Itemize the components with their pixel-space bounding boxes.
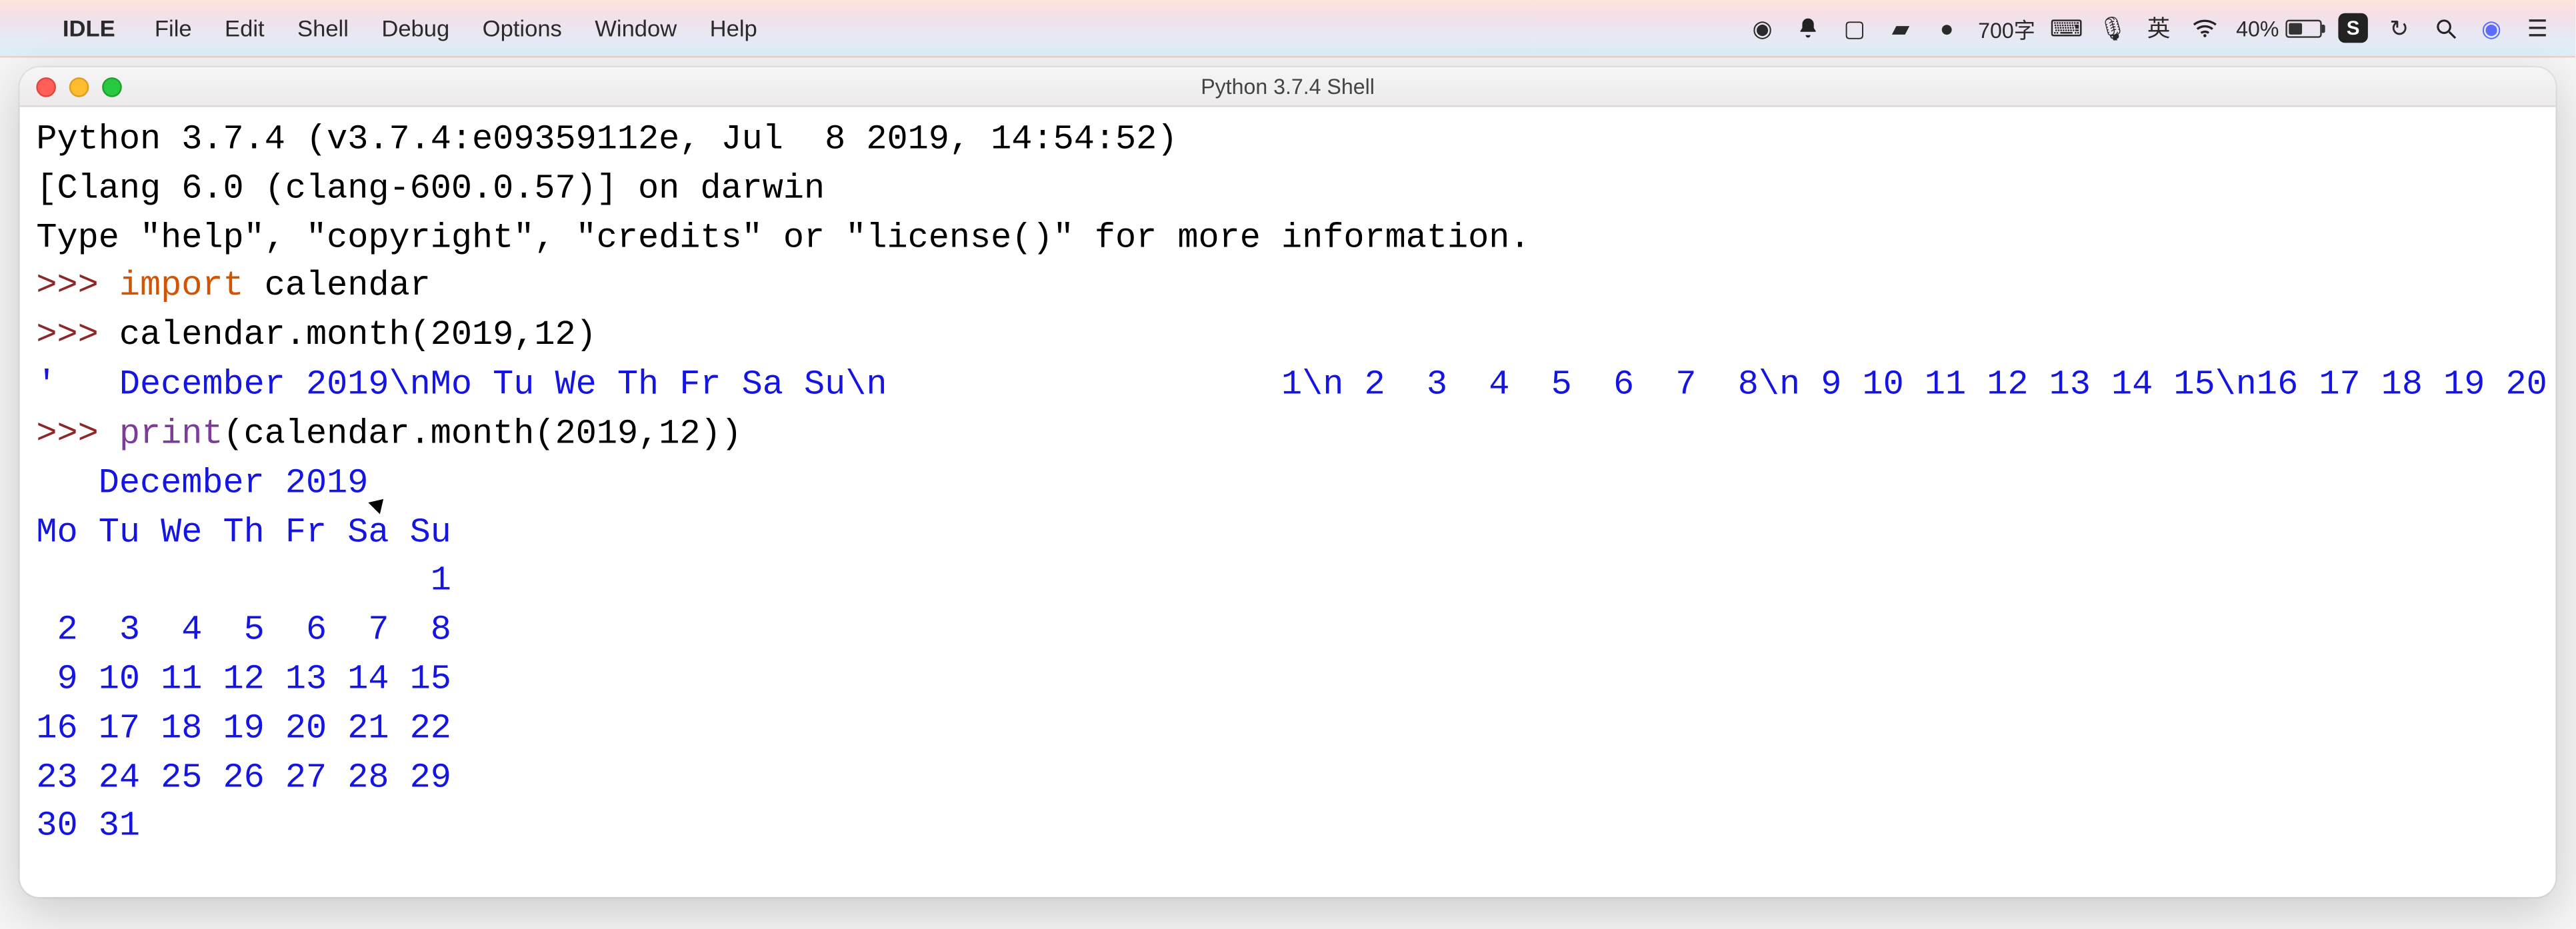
spotlight-icon[interactable] bbox=[2431, 15, 2460, 40]
shell-content[interactable]: Python 3.7.4 (v3.7.4:e09359112e, Jul 8 2… bbox=[20, 107, 2556, 898]
menu-options[interactable]: Options bbox=[466, 15, 579, 41]
calendar-row-1: 1 bbox=[36, 564, 451, 602]
battery-icon bbox=[2285, 19, 2321, 37]
app-menu[interactable]: IDLE bbox=[46, 15, 131, 41]
menu-shell[interactable]: Shell bbox=[281, 15, 365, 41]
menu-debug[interactable]: Debug bbox=[365, 15, 466, 41]
calendar-row-2: 2 3 4 5 6 7 8 bbox=[36, 612, 451, 650]
banner-line-2: [Clang 6.0 (clang-600.0.57)] on darwin bbox=[36, 171, 825, 209]
battery-status[interactable]: 40% bbox=[2236, 15, 2322, 40]
menu-file[interactable]: File bbox=[138, 15, 208, 41]
macos-menubar: IDLE File Edit Shell Debug Options Windo… bbox=[0, 0, 2575, 57]
cmd3-args: (calendar.month(2019,12)) bbox=[223, 417, 742, 455]
builtin-print: print bbox=[119, 417, 223, 455]
prompt: >>> bbox=[36, 417, 119, 455]
ime-icon[interactable]: 英 bbox=[2144, 11, 2173, 44]
calendar-header: Mo Tu We Th Fr Sa Su bbox=[36, 514, 451, 552]
cmd2: calendar.month(2019,12) bbox=[119, 318, 597, 356]
bell-icon[interactable] bbox=[1793, 17, 1823, 40]
sync-icon[interactable]: ↻ bbox=[2385, 14, 2414, 42]
wifi-icon[interactable] bbox=[2190, 18, 2219, 38]
control-center-icon[interactable]: ☰ bbox=[2523, 14, 2552, 42]
menu-help[interactable]: Help bbox=[693, 15, 774, 41]
keyword-import: import bbox=[119, 269, 244, 307]
prompt: >>> bbox=[36, 318, 119, 356]
battery-percent: 40% bbox=[2236, 15, 2279, 40]
record-icon[interactable]: ◉ bbox=[1747, 14, 1777, 42]
word-count-status[interactable]: 700字 bbox=[1978, 13, 2035, 44]
calendar-row-3: 9 10 11 12 13 14 15 bbox=[36, 662, 451, 700]
calendar-row-5: 23 24 25 26 27 28 29 bbox=[36, 760, 451, 798]
display-icon[interactable]: ▰ bbox=[1886, 14, 1915, 42]
app-icon-1[interactable]: ▢ bbox=[1840, 14, 1869, 42]
keyboard-icon[interactable]: ⌨ bbox=[2052, 14, 2081, 42]
calendar-row-4: 16 17 18 19 20 21 22 bbox=[36, 710, 451, 748]
window-title: Python 3.7.4 Shell bbox=[20, 74, 2556, 99]
window-titlebar[interactable]: Python 3.7.4 Shell bbox=[20, 67, 2556, 107]
cmd1-rest: calendar bbox=[244, 269, 431, 307]
menubar-right: ◉ ▢ ▰ ● 700字 ⌨ 🎙 英 40% S ↻ ◉ ☰ bbox=[1747, 11, 2552, 44]
prompt: >>> bbox=[36, 269, 119, 307]
mic-icon[interactable]: 🎙 bbox=[2098, 14, 2127, 42]
repr-output: ' December 2019\nMo Tu We Th Fr Sa Su\n … bbox=[36, 367, 2555, 405]
calendar-row-6: 30 31 bbox=[36, 809, 140, 847]
user-icon[interactable]: ● bbox=[1932, 15, 1961, 41]
menubar-left: IDLE File Edit Shell Debug Options Windo… bbox=[23, 15, 774, 41]
siri-icon[interactable]: ◉ bbox=[2477, 14, 2506, 42]
banner-line-1: Python 3.7.4 (v3.7.4:e09359112e, Jul 8 2… bbox=[36, 122, 1198, 160]
menu-edit[interactable]: Edit bbox=[208, 15, 281, 41]
idle-shell-window: Python 3.7.4 Shell Python 3.7.4 (v3.7.4:… bbox=[20, 67, 2556, 897]
app-icon-s[interactable]: S bbox=[2338, 13, 2367, 43]
menu-window[interactable]: Window bbox=[579, 15, 693, 41]
banner-line-3: Type "help", "copyright", "credits" or "… bbox=[36, 220, 1530, 258]
calendar-title: December 2019 bbox=[36, 465, 368, 503]
